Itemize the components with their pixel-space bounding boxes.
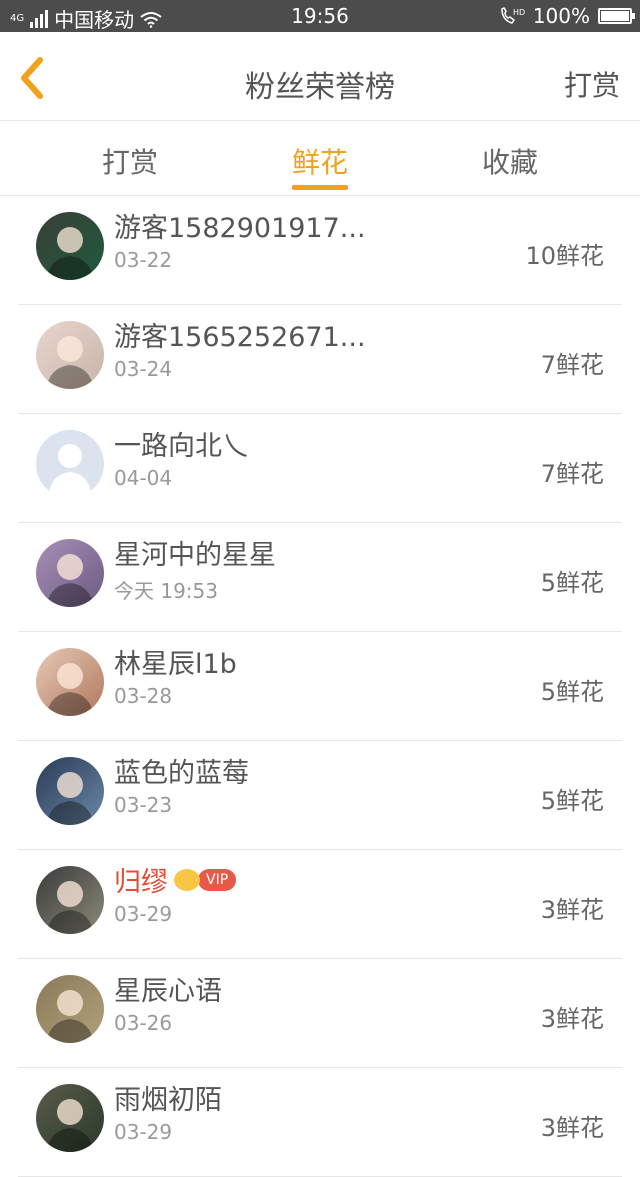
- avatar[interactable]: [36, 321, 104, 389]
- avatar[interactable]: [36, 757, 104, 825]
- active-tab-indicator: [292, 185, 348, 190]
- gift-date: 04-04: [114, 466, 173, 490]
- user-name-line: 游客1565252671...: [114, 315, 366, 354]
- avatar[interactable]: [36, 1084, 104, 1152]
- gift-date: 03-26: [114, 1011, 173, 1035]
- list-item[interactable]: 游客1582901917... 03-22 10鲜花: [18, 196, 622, 305]
- user-name-line: 蓝色的蓝莓: [114, 751, 249, 790]
- gift-date: 03-29: [114, 902, 173, 926]
- svg-text:HD: HD: [513, 8, 525, 17]
- flower-count: 5鲜花: [540, 787, 604, 815]
- tab-favorites[interactable]: 收藏: [450, 141, 570, 181]
- flower-count: 3鲜花: [540, 896, 604, 924]
- list-item[interactable]: 星辰心语 03-26 3鲜花: [18, 959, 622, 1068]
- user-name: 星辰心语: [114, 976, 222, 1007]
- user-name: 蓝色的蓝莓: [114, 758, 249, 789]
- battery-percent: 100%: [532, 4, 590, 28]
- list-item[interactable]: 蓝色的蓝莓 03-23 5鲜花: [18, 741, 622, 850]
- list-item[interactable]: 林星辰l1b 03-28 5鲜花: [18, 632, 622, 741]
- user-name-line: 林星辰l1b: [114, 642, 237, 681]
- list-item[interactable]: 归缪 VIP 03-29 3鲜花: [18, 850, 622, 959]
- list-item[interactable]: 雨烟初陌 03-29 3鲜花: [18, 1068, 622, 1177]
- hd-call-icon: HD: [501, 7, 525, 24]
- gift-date: 03-23: [114, 793, 173, 817]
- user-name: 游客1565252671...: [114, 322, 366, 353]
- list-item[interactable]: 游客1565252671... 03-24 7鲜花: [18, 305, 622, 414]
- user-name: 林星辰l1b: [114, 649, 237, 680]
- user-name: 星河中的星星: [114, 540, 276, 571]
- gift-date: 03-28: [114, 684, 173, 708]
- user-name: 一路向北乀: [114, 431, 249, 462]
- flower-count: 7鲜花: [540, 351, 604, 379]
- flower-count: 10鲜花: [525, 242, 604, 270]
- tab-reward[interactable]: 打赏: [70, 141, 190, 181]
- fan-ranking-list: 游客1582901917... 03-22 10鲜花游客1565252671... 0…: [0, 196, 640, 1177]
- flower-count: 3鲜花: [540, 1005, 604, 1033]
- user-name-line: 归缪 VIP: [114, 860, 237, 899]
- vip-badge: VIP: [198, 868, 237, 891]
- gift-date: 03-22: [114, 248, 173, 272]
- gift-date: 03-24: [114, 357, 173, 381]
- user-name-line: 一路向北乀: [114, 424, 249, 463]
- user-name-line: 星辰心语: [114, 969, 222, 1008]
- page-title: 粉丝荣誉榜: [245, 70, 395, 105]
- flower-count: 5鲜花: [540, 569, 604, 597]
- avatar[interactable]: [36, 539, 104, 607]
- avatar[interactable]: [36, 866, 104, 934]
- user-name-line: 雨烟初陌: [114, 1078, 222, 1117]
- reward-button[interactable]: 打赏: [564, 64, 620, 104]
- user-name: 游客1582901917...: [114, 213, 366, 244]
- flower-count: 5鲜花: [540, 678, 604, 706]
- nav-bar: 粉丝荣誉榜 打赏: [0, 32, 640, 121]
- crown-icon: [174, 868, 200, 891]
- battery-icon: [598, 8, 635, 24]
- status-right-group: HD 100%: [499, 4, 635, 28]
- gift-date: 03-29: [114, 1120, 173, 1144]
- tab-flowers[interactable]: 鲜花: [260, 141, 380, 181]
- user-name-line: 星河中的星星: [114, 533, 276, 572]
- user-name: 归缪: [114, 867, 168, 898]
- list-item[interactable]: 星河中的星星今天 19:53 5鲜花: [18, 523, 622, 632]
- avatar[interactable]: [36, 648, 104, 716]
- avatar[interactable]: [36, 975, 104, 1043]
- gift-date: 今天 19:53: [114, 579, 218, 603]
- user-name: 雨烟初陌: [114, 1085, 222, 1116]
- user-name-line: 游客1582901917...: [114, 206, 366, 245]
- avatar[interactable]: [36, 430, 104, 498]
- flower-count: 7鲜花: [540, 460, 604, 488]
- avatar[interactable]: [36, 212, 104, 280]
- tab-bar: 打赏 鲜花 收藏: [0, 121, 640, 196]
- status-bar: 4G 中国移动 19:56 HD 100%: [0, 0, 640, 32]
- list-item[interactable]: 一路向北乀 04-04 7鲜花: [18, 414, 622, 523]
